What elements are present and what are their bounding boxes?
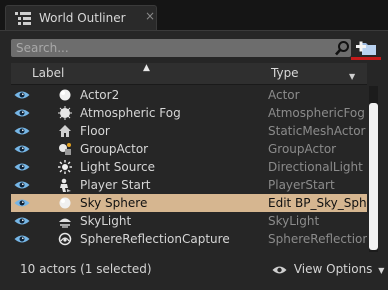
actor-type: PlayerStart — [268, 178, 335, 192]
tab-world-outliner[interactable]: World Outliner × — [5, 5, 157, 30]
actor-type: SkyLight — [268, 214, 320, 228]
outliner-list-icon — [15, 12, 31, 25]
actor-type: GroupActor — [268, 142, 337, 156]
actor-label: Player Start — [80, 178, 151, 192]
visibility-eye-icon[interactable] — [14, 198, 30, 208]
actor-type: Actor — [268, 88, 300, 102]
actor-row[interactable]: Actor2 Actor — [11, 86, 367, 104]
search-input[interactable] — [11, 39, 331, 57]
actor-label: Actor2 — [80, 88, 120, 102]
highlight-underline — [351, 57, 381, 60]
column-label-header[interactable]: Label — [32, 66, 64, 80]
actor-row[interactable]: Light Source DirectionalLight — [11, 158, 367, 176]
tab-title: World Outliner — [39, 11, 126, 25]
scrollbar-thumb[interactable] — [369, 103, 378, 250]
actor-type: SphereReflectionC — [268, 232, 367, 246]
actor-type: AtmosphericFog — [268, 106, 365, 120]
chevron-down-icon: ▼ — [378, 266, 385, 275]
visibility-eye-icon[interactable] — [14, 234, 30, 244]
add-folder-icon[interactable] — [355, 37, 377, 57]
actor-type: DirectionalLight — [268, 160, 363, 174]
fog-icon — [58, 106, 72, 120]
actor-label: SkyLight — [80, 214, 132, 228]
actor-label: Floor — [80, 124, 110, 138]
tab-strip: World Outliner × — [0, 0, 388, 34]
column-dropdown-icon[interactable]: ▼ — [349, 72, 355, 81]
house-icon — [59, 125, 71, 137]
visibility-eye-icon[interactable] — [14, 144, 30, 154]
visibility-eye-icon[interactable] — [14, 180, 30, 190]
view-options-label: View Options — [293, 262, 373, 276]
eye-icon — [272, 266, 287, 274]
world-outliner-panel: Label ▲ Type ▼ Actor2 Actor Atmospheric Fo… — [0, 30, 388, 290]
actor-row[interactable]: Sky Sphere Edit BP_Sky_Sph — [11, 194, 367, 212]
actor-label: Light Source — [80, 160, 155, 174]
column-header: Label ▲ Type ▼ — [11, 63, 367, 85]
visibility-eye-icon[interactable] — [14, 216, 30, 226]
actor-row[interactable]: SkyLight SkyLight — [11, 212, 367, 230]
actor-label: Sky Sphere — [80, 196, 148, 210]
visibility-eye-icon[interactable] — [14, 162, 30, 172]
search-bar — [11, 39, 351, 57]
actor-row[interactable]: GroupActor GroupActor — [11, 140, 367, 158]
close-icon[interactable]: × — [145, 9, 155, 23]
scrollbar[interactable] — [369, 86, 378, 252]
actor-row[interactable]: SphereReflectionCapture SphereReflectionC — [11, 230, 367, 248]
visibility-eye-icon[interactable] — [14, 126, 30, 136]
actor-label: Atmospheric Fog — [80, 106, 181, 120]
visibility-eye-icon[interactable] — [14, 90, 30, 100]
skylight-icon — [59, 218, 71, 228]
sort-ascending-icon: ▲ — [143, 63, 150, 73]
actor-count-status: 10 actors (1 selected) — [20, 262, 152, 276]
actor-row[interactable]: Player Start PlayerStart — [11, 176, 367, 194]
actor-label: SphereReflectionCapture — [80, 232, 230, 246]
group-icon — [59, 143, 71, 155]
sphere-icon — [59, 197, 71, 209]
actor-type: StaticMeshActor — [268, 124, 366, 138]
sphere-icon — [59, 89, 71, 101]
actor-label: GroupActor — [80, 142, 149, 156]
search-icon[interactable] — [334, 40, 350, 56]
sun-icon — [58, 160, 72, 174]
actor-type-edit-link[interactable]: Edit BP_Sky_Sph — [268, 196, 367, 210]
reflection-capture-icon — [58, 232, 72, 246]
visibility-eye-icon[interactable] — [14, 108, 30, 118]
view-options-button[interactable]: View Options ▼ — [272, 262, 384, 276]
column-type-header[interactable]: Type — [271, 66, 299, 80]
actor-row[interactable]: Atmospheric Fog AtmosphericFog — [11, 104, 367, 122]
footer: 10 actors (1 selected) View Options ▼ — [0, 253, 388, 290]
actor-row[interactable]: Floor StaticMeshActor — [11, 122, 367, 140]
actor-list: Actor2 Actor Atmospheric Fog AtmosphericFog… — [11, 86, 367, 252]
player-start-icon — [60, 178, 71, 192]
